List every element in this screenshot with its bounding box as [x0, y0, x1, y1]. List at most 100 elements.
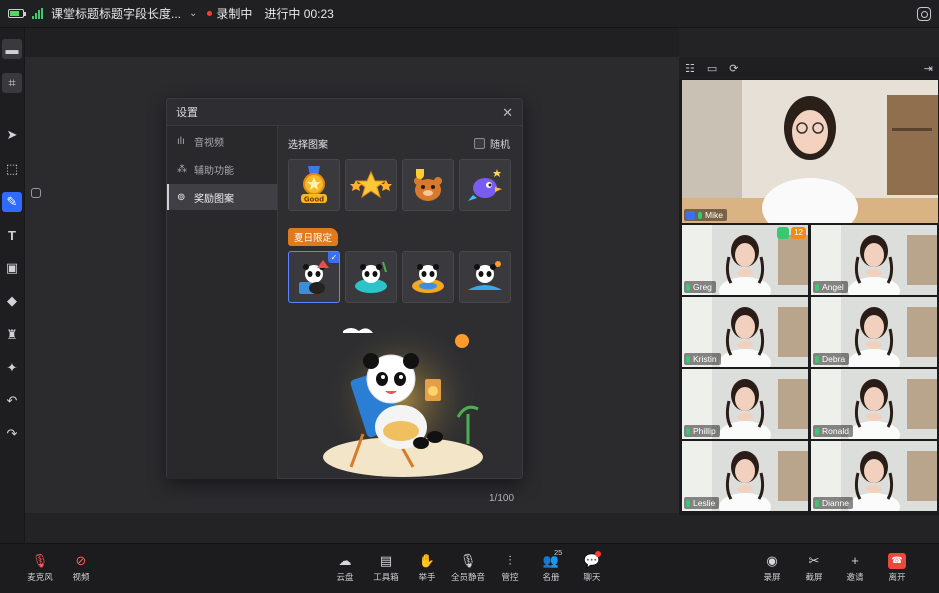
participant-video-tile[interactable]: Dianne [811, 441, 937, 511]
image-icon[interactable]: ▣ [2, 258, 22, 278]
participant-video-tile[interactable]: Leslie [682, 441, 808, 511]
microphone-button[interactable]: 🎙 麦克风 [23, 552, 57, 583]
button-label: 工具箱 [373, 572, 399, 582]
nav-label: 音视频 [194, 137, 224, 149]
button-label: 邀请 [846, 572, 864, 582]
pen-icon[interactable]: ✎ [2, 192, 22, 212]
mic-on-icon [815, 283, 819, 291]
participant-name: Ronald [822, 426, 849, 436]
nav-label: 辅助功能 [194, 165, 234, 177]
participant-name-tag: Angel [813, 281, 848, 293]
left-toolbar: ▬ ⌗ ➤ ⬚ ✎ T ▣ ◆ ♜ ✦ ↶ ↷ [0, 28, 25, 543]
page-indicator: 1/100 [489, 493, 515, 504]
participant-name: Greg [693, 282, 712, 292]
toolbox-button[interactable]: ▤ 工具箱 [369, 552, 403, 583]
mute-all-button[interactable]: 🎙 全员静音 [451, 552, 485, 583]
random-checkbox[interactable]: 随机 [474, 136, 510, 151]
button-label: 举手 [418, 572, 436, 582]
participant-name-tag: Greg [684, 281, 716, 293]
settings-icon[interactable] [917, 7, 931, 21]
chat-button[interactable]: 💬 聊天 [575, 551, 609, 583]
class-title[interactable]: 课堂标题标题字段长度... [51, 5, 181, 22]
collapse-panel-icon[interactable]: ⇥ [924, 62, 933, 75]
magic-wand-icon[interactable]: ✦ [2, 358, 22, 378]
pointer-icon[interactable]: ➤ [2, 125, 22, 145]
top-bar: 课堂标题标题字段长度... ⌄ 录制中 进行中 00:23 [0, 0, 939, 28]
button-label: 麦克风 [27, 572, 53, 582]
mic-on-icon [686, 499, 690, 507]
pattern-rocket-bird[interactable] [459, 159, 511, 211]
participant-video-tile[interactable]: Kristin [682, 297, 808, 367]
participant-video-tile[interactable]: Greg 12 [682, 225, 808, 295]
video-button[interactable]: ⊘ 视频 [64, 552, 98, 583]
reward-icon[interactable] [31, 188, 41, 198]
check-icon: ✓ [328, 252, 339, 263]
redo-icon[interactable]: ↷ [2, 424, 22, 444]
reward-badge: 12 [777, 227, 806, 239]
settings-dialog: 设置 ✕ ılı 音视频 ⁂ 辅助功能 ⊚ 奖励图案 选择图案 随机 Good 夏日限… [166, 98, 523, 479]
pattern-panda-float[interactable] [345, 251, 397, 303]
participant-video-tile[interactable]: Angel [811, 225, 937, 295]
layout-grid-icon[interactable]: ☷ [685, 62, 695, 75]
screenshot-icon[interactable]: ⌗ [2, 73, 22, 93]
stars-icon [350, 170, 392, 199]
text-icon[interactable]: T [2, 225, 22, 245]
pattern-three-stars[interactable] [345, 159, 397, 211]
sliders-icon: ⫶ [508, 552, 512, 568]
nav-item-reward[interactable]: ⊚ 奖励图案 [167, 184, 277, 210]
button-label: 截屏 [805, 572, 823, 582]
bottom-bar: 🎙 麦克风 ⊘ 视频 ☁ 云盘 ▤ 工具箱 ✋ 举手 🎙 全员静音 ⫶ 管控 👥 25 名册 💬 聊… [0, 543, 939, 593]
whiteboard-icon[interactable]: ▭ [707, 62, 717, 75]
teacher-video-image [682, 80, 938, 223]
participant-name: Angel [822, 282, 844, 292]
scissors-icon: ✂ [808, 552, 820, 568]
pattern-panda-swim[interactable] [402, 251, 454, 303]
pattern-trophy-bear[interactable] [402, 159, 454, 211]
svg-text:Good: Good [304, 196, 324, 204]
cloud-drive-button[interactable]: ☁ 云盘 [328, 552, 362, 583]
recording-label: 录制中 [216, 7, 253, 21]
clear-icon[interactable]: ♜ [2, 325, 22, 345]
close-icon[interactable]: ✕ [502, 105, 513, 121]
button-label: 录屏 [763, 572, 781, 582]
participant-video-tile[interactable]: Phillip [682, 369, 808, 439]
invite-button[interactable]: + 邀请 [838, 552, 872, 583]
panda-surf-icon [468, 261, 502, 290]
undo-icon[interactable]: ↶ [2, 391, 22, 411]
participant-video-tile[interactable]: Ronald [811, 369, 937, 439]
button-label: 云盘 [336, 572, 354, 582]
refresh-icon[interactable]: ⟳ [729, 62, 738, 75]
accessibility-icon: ⁂ [177, 163, 187, 175]
pattern-panda-surf[interactable] [459, 251, 511, 303]
panda-float-icon [355, 261, 387, 293]
main-video-tile[interactable]: Mike [682, 80, 938, 223]
settings-nav: ılı 音视频 ⁂ 辅助功能 ⊚ 奖励图案 [167, 126, 278, 479]
leave-button[interactable]: ☎ 离开 [880, 552, 914, 583]
roster-count: 25 [554, 548, 563, 557]
participant-video-tile[interactable]: Debra [811, 297, 937, 367]
chat-panel-icon[interactable]: ▬ [2, 39, 22, 59]
screen-record-button[interactable]: ◉ 录屏 [755, 552, 789, 583]
record-icon: ◉ [766, 552, 778, 568]
nav-item-audio-video[interactable]: ılı 音视频 [167, 128, 277, 154]
participant-name: Debra [822, 354, 846, 364]
participant-name-tag: Leslie [684, 497, 720, 509]
control-button[interactable]: ⫶ 管控 [493, 552, 527, 583]
checkbox-icon[interactable] [474, 138, 485, 149]
screenshot-button[interactable]: ✂ 截屏 [797, 552, 831, 583]
trophy-bear-icon [414, 169, 442, 201]
participant-name: Mike [705, 210, 723, 220]
summer-limited-tag: 夏日限定 [288, 228, 339, 246]
nav-label: 奖励图案 [194, 193, 234, 205]
roster-button[interactable]: 👥 25 名册 [534, 548, 568, 583]
pattern-panda-beach[interactable]: ✓ [288, 251, 340, 303]
chevron-down-icon[interactable]: ⌄ [189, 8, 197, 19]
select-icon[interactable]: ⬚ [2, 159, 22, 179]
mic-on-icon [698, 211, 702, 219]
random-label: 随机 [490, 140, 510, 151]
elapsed-time: 00:23 [303, 7, 334, 21]
nav-item-accessibility[interactable]: ⁂ 辅助功能 [167, 156, 277, 182]
pattern-good-medal[interactable]: Good [288, 159, 340, 211]
eraser-icon[interactable]: ◆ [2, 291, 22, 311]
raise-hand-button[interactable]: ✋ 举手 [410, 552, 444, 583]
